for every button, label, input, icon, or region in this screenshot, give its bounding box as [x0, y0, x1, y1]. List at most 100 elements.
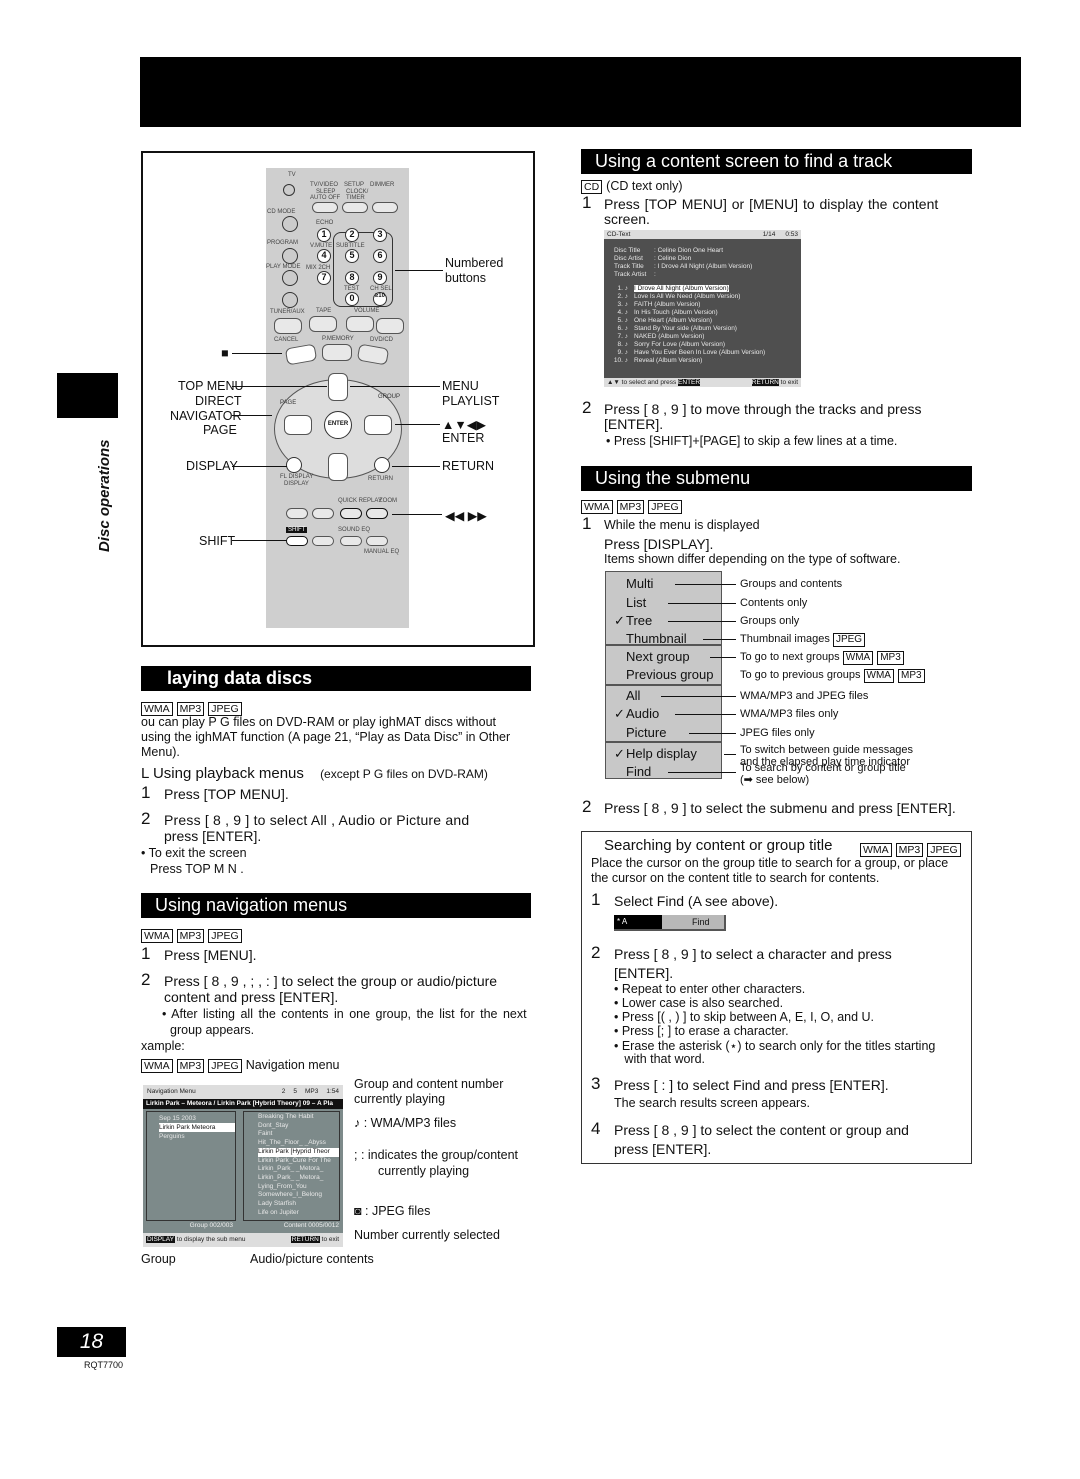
content-item[interactable]: Lirkin_Park_ _Metora_ — [258, 1174, 339, 1183]
group-item-selected[interactable]: Lirkin Park Meteora — [159, 1123, 235, 1132]
content-item[interactable]: Breaking The Habit — [258, 1113, 339, 1122]
search-step-4: Press [ 8 , 9 ] to select the content or… — [614, 1122, 909, 1138]
program-button[interactable] — [282, 248, 298, 264]
content-item[interactable]: Lirkin Park_Cure For The — [258, 1157, 339, 1166]
submenu-item-label: Previous group — [626, 667, 714, 682]
content-item[interactable]: Lying_From_You — [258, 1183, 339, 1192]
skip-fwd-button[interactable] — [312, 508, 334, 519]
content-item[interactable]: Faint — [258, 1130, 339, 1139]
track-title[interactable]: Reveal (Album Version) — [634, 357, 702, 364]
pause-button[interactable] — [322, 344, 352, 361]
track-title[interactable]: Stand By Your side (Album Version) — [634, 325, 737, 332]
digit-10[interactable]: ≥10 — [373, 292, 387, 306]
digit-2[interactable]: 2 — [345, 228, 359, 242]
track-title[interactable]: In His Touch (Album Version) — [634, 309, 718, 316]
group-count: Group 002/003 — [189, 1222, 233, 1229]
digit-5[interactable]: 5 — [345, 249, 359, 263]
track-item[interactable]: 5. ♪ One Heart (Album Version) — [610, 317, 801, 325]
skip-back-button[interactable] — [286, 508, 308, 519]
track-item[interactable]: 10. ♪ Reveal (Album Version) — [610, 357, 801, 365]
content-item[interactable]: Somewhere_I_Belong — [258, 1191, 339, 1200]
shift-button[interactable] — [286, 536, 308, 546]
left-button[interactable] — [284, 415, 312, 435]
submenu-item[interactable]: List — [614, 595, 646, 610]
group-item[interactable]: Sep 15 2003 — [159, 1114, 235, 1123]
content-item[interactable]: Hit_The_Floor_ _Abyss — [258, 1139, 339, 1148]
submenu-item[interactable]: Find — [614, 764, 651, 779]
clock-button[interactable] — [342, 202, 368, 213]
track-title[interactable]: I Drove All Night (Album Version) — [634, 285, 729, 292]
submenu-item[interactable]: All — [614, 688, 640, 703]
disc-button[interactable] — [282, 216, 298, 232]
track-item[interactable]: 4. ♪ In His Touch (Album Version) — [610, 309, 801, 317]
track-title[interactable]: Love Is All We Need (Album Version) — [634, 293, 740, 300]
find-input-value[interactable]: * A — [614, 915, 662, 929]
sleep-button[interactable] — [312, 202, 338, 213]
side-tab — [57, 373, 118, 418]
track-title[interactable]: NAKED (Album Version) — [634, 333, 704, 340]
digit-0[interactable]: 0 — [345, 292, 359, 306]
track-item[interactable]: 8. ♪ Sorry For Love (Album Version) — [610, 341, 801, 349]
volume-up-button[interactable] — [376, 318, 404, 334]
content-item-selected[interactable]: Lirkin Park [Hyprid Theor — [258, 1147, 339, 1157]
digit-6[interactable]: 6 — [373, 249, 387, 263]
volume-down-button[interactable] — [346, 316, 374, 332]
step-1: Press [TOP MENU]. — [164, 786, 289, 802]
submenu-item[interactable]: Thumbnail — [614, 631, 687, 646]
return-button[interactable] — [374, 457, 390, 473]
track-item[interactable]: 1. ♪ I Drove All Night (Album Version) — [610, 285, 801, 293]
submenu-item[interactable]: ✓Audio — [614, 706, 659, 722]
track-title[interactable]: FAITH (Album Version) — [634, 301, 700, 308]
remote-label: DIMMER — [370, 182, 395, 188]
track-item[interactable]: 6. ♪ Stand By Your side (Album Version) — [610, 325, 801, 333]
repeat-button[interactable] — [282, 292, 298, 308]
submenu-item[interactable]: Previous group — [614, 667, 713, 682]
digit-9[interactable]: 9 — [373, 271, 387, 285]
content-item[interactable]: Life on Jupiter — [258, 1209, 339, 1218]
submenu-item[interactable]: Picture — [614, 725, 666, 740]
up-button[interactable] — [328, 373, 348, 401]
digit-1[interactable]: 1 — [317, 228, 331, 242]
digit-7[interactable]: 7 — [317, 271, 331, 285]
search-fwd-button[interactable] — [366, 508, 388, 519]
play-rec-button[interactable] — [372, 202, 398, 213]
digit-3[interactable]: 3 — [373, 228, 387, 242]
remote-label: VOLUME — [354, 308, 380, 314]
digit-4[interactable]: 4 — [317, 249, 331, 263]
down-button[interactable] — [328, 453, 348, 481]
submenu-item[interactable]: ✓Tree — [614, 613, 652, 629]
stop-button[interactable] — [284, 343, 318, 366]
right-button[interactable] — [364, 415, 392, 435]
manual-eq-button[interactable] — [366, 536, 388, 546]
track-item[interactable]: 2. ♪ Love Is All We Need (Album Version) — [610, 293, 801, 301]
display-button[interactable] — [286, 457, 302, 473]
track-title[interactable]: Have You Ever Been In Love (Album Versio… — [634, 349, 765, 356]
power-button[interactable] — [283, 184, 295, 196]
submenu-item[interactable]: ✓Help display — [614, 746, 697, 762]
content-item[interactable]: Lady Starfish — [258, 1200, 339, 1209]
find-field[interactable]: * A Find — [614, 915, 726, 931]
track-item[interactable]: 3. ♪ FAITH (Album Version) — [610, 301, 801, 309]
eq-button[interactable] — [340, 536, 362, 546]
tuner-button[interactable] — [274, 318, 302, 334]
content-item[interactable]: Lirkin_Park_ _Metora_ — [258, 1165, 339, 1174]
submenu-item[interactable]: Multi — [614, 576, 653, 591]
group-item[interactable]: Perguins — [159, 1132, 235, 1141]
content-step-1: Press [TOP MENU] or [MENU] to display th… — [604, 196, 939, 212]
play-mode-button[interactable] — [282, 270, 298, 286]
track-item[interactable]: 7. ♪ NAKED (Album Version) — [610, 333, 801, 341]
submenu-item[interactable]: Next group — [614, 649, 690, 664]
track-title[interactable]: Sorry For Love (Album Version) — [634, 341, 725, 348]
tape-button[interactable] — [309, 316, 337, 332]
digit-8[interactable]: 8 — [345, 271, 359, 285]
tag-wma: WMA — [860, 843, 892, 857]
find-button[interactable]: Find — [692, 917, 710, 927]
play-button[interactable] — [356, 343, 390, 366]
enter-button[interactable]: ENTER — [324, 411, 352, 439]
track-item[interactable]: 9. ♪ Have You Ever Been In Love (Album Ve… — [610, 349, 801, 357]
track-title[interactable]: One Heart (Album Version) — [634, 317, 712, 324]
search-back-button[interactable] — [340, 508, 362, 519]
remote-label: QUICK REPLAY — [338, 498, 382, 504]
content-item[interactable]: Dont_Stay — [258, 1122, 339, 1131]
sound-button[interactable] — [312, 536, 334, 546]
